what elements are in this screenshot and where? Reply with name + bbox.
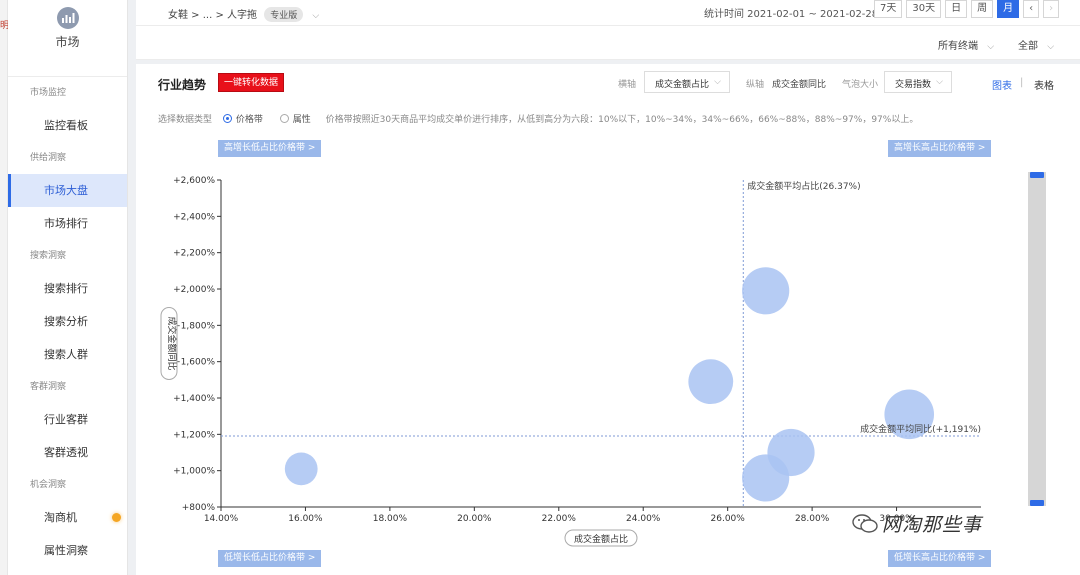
sidebar-item-label[interactable]: 客群透视 [44, 446, 88, 459]
x-tick-label: 16.00% [288, 514, 323, 524]
sidebar-title: 市场 [55, 35, 80, 49]
chevron-down-icon[interactable]: ⌵ [987, 42, 994, 52]
sidebar-item[interactable]: 市场大盘 [8, 174, 127, 207]
sidebar-item[interactable]: 搜索排行 [8, 272, 127, 305]
sidebar-item-label[interactable]: 淘商机 [44, 511, 77, 524]
industry-trend-panel: 行业趋势 一键转化数据 横轴 成交金额占比 ⌵ 纵轴 成交金额同比 气泡大小 交… [136, 64, 1080, 575]
sidebar-item[interactable]: 客群透视 [8, 436, 127, 469]
x-tick-label: 28.00% [795, 514, 830, 524]
next-period-button[interactable]: › [1043, 0, 1060, 18]
terminal-dropdown[interactable]: 所有终端 ⌵ [938, 37, 994, 52]
sidebar-item-label[interactable]: 搜索排行 [44, 282, 88, 295]
watermark: 网淘那些事 [852, 510, 982, 537]
x-tick-label: 20.00% [457, 514, 492, 524]
terminal-dropdown-label[interactable]: 所有终端 [938, 41, 978, 52]
period-button[interactable]: 月 [997, 0, 1020, 18]
sidebar-item-label[interactable]: 市场排行 [44, 217, 88, 230]
filter-bar: 所有终端 ⌵ 全部 ⌵ [136, 26, 1080, 60]
x-tick-label: 22.00% [542, 514, 577, 524]
y-tick-label: +2,200% [173, 249, 215, 259]
data-bubble [688, 359, 734, 405]
sidebar-item[interactable]: 淘商机 [8, 501, 127, 534]
y-tick-label: +2,000% [173, 285, 215, 295]
y-axis-title: 成交金额同比 [166, 316, 178, 370]
sidebar-item[interactable]: 属性洞察 [8, 534, 127, 567]
period-button[interactable]: 7天 [874, 0, 903, 18]
market-chart-icon [56, 7, 79, 29]
y-tick-label: +1,400% [173, 394, 215, 404]
sidebar-item-label[interactable]: 搜索分析 [44, 315, 88, 328]
x-tick-label: 18.00% [373, 514, 408, 524]
y-tick-label: +1,000% [173, 467, 215, 477]
sidebar-item[interactable]: 产品洞察 [8, 567, 127, 575]
bubble-chart: +800% +1,000% +1,200% +1,400% +1,600% +1,800%… [160, 176, 981, 547]
sidebar-header: 市场 [8, 7, 127, 77]
sidebar-item-label[interactable]: 行业客群 [44, 413, 88, 426]
x-tick-label: 24.00% [626, 514, 661, 524]
sidebar: 市场 市场监控监控看板供给洞察市场大盘市场排行搜索洞察搜索排行搜索分析搜索人群客… [8, 0, 128, 575]
y-tick-label: +800% [182, 503, 216, 513]
data-bubble [284, 452, 318, 486]
edition-badge[interactable]: 专业版 [264, 7, 304, 22]
top-bar: 女鞋 > ... > 人字拖 专业版 ⌵ 统计时间 2021-02-01 ~ 2… [136, 0, 1080, 26]
sidebar-item[interactable]: 搜索分析 [8, 305, 127, 338]
chevron-down-icon[interactable]: ⌵ [1047, 42, 1054, 52]
x-tick-label: 14.00% [204, 514, 239, 524]
average-y-label: 成交金额平均同比(+1,191%) [860, 423, 981, 435]
average-x-label: 成交金额平均占比(26.37%) [747, 180, 860, 192]
sidebar-item[interactable]: 市场排行 [8, 207, 127, 240]
chevron-down-icon[interactable]: ⌵ [312, 11, 319, 21]
sidebar-item[interactable]: 搜索人群 [8, 338, 127, 371]
sidebar-section-label: 搜索洞察 [30, 251, 67, 261]
sidebar-item[interactable]: 监控看板 [8, 109, 127, 142]
data-bubble [767, 428, 815, 477]
sidebar-item-label[interactable]: 市场大盘 [44, 184, 88, 197]
sidebar-item-label[interactable]: 监控看板 [44, 119, 88, 132]
y-tick-label: +2,600% [173, 176, 215, 186]
watermark-text: 网淘那些事 [882, 514, 983, 536]
left-edge-strip: 明 [0, 0, 9, 575]
wechat-icon [852, 513, 878, 533]
sidebar-item-label[interactable]: 搜索人群 [44, 348, 88, 361]
y-tick-label: +2,400% [173, 212, 215, 222]
data-bubble [742, 267, 790, 315]
sidebar-section-label: 供给洞察 [30, 153, 67, 163]
scrollbar-bottom-handle[interactable] [1030, 500, 1044, 506]
breadcrumb-text[interactable]: 女鞋 > ... > 人字拖 [168, 10, 257, 21]
sidebar-section-label: 机会洞察 [30, 480, 67, 490]
x-tick-label: 26.00% [711, 514, 746, 524]
previous-period-button[interactable]: ‹ [1023, 0, 1040, 18]
chart-scrollbar[interactable] [1028, 172, 1046, 506]
scope-dropdown[interactable]: 全部 ⌵ [1018, 37, 1054, 52]
scrollbar-top-handle[interactable] [1030, 172, 1044, 178]
scope-dropdown-label[interactable]: 全部 [1018, 41, 1038, 52]
sidebar-section-label: 客群洞察 [30, 382, 67, 392]
y-tick-label: +1,600% [173, 358, 215, 368]
period-button[interactable]: 日 [945, 0, 968, 18]
period-selector: 7天 30天日周月 ‹ › [874, 0, 1063, 18]
sidebar-section-label: 市场监控 [30, 88, 67, 98]
sidebar-menu: 市场监控监控看板供给洞察市场大盘市场排行搜索洞察搜索排行搜索分析搜索人群客群洞察… [8, 77, 127, 575]
notification-dot [112, 513, 121, 522]
y-tick-label: +1,800% [173, 321, 215, 331]
period-button[interactable]: 30天 [906, 0, 942, 18]
breadcrumb[interactable]: 女鞋 > ... > 人字拖 专业版 ⌵ [168, 6, 319, 22]
x-axis-title: 成交金额占比 [574, 533, 628, 545]
date-range: 统计时间 2021-02-01 ~ 2021-02-28 [704, 9, 879, 20]
sidebar-item-label[interactable]: 属性洞察 [44, 544, 88, 557]
y-tick-label: +1,200% [173, 430, 215, 440]
period-button[interactable]: 周 [971, 0, 994, 18]
sidebar-item[interactable]: 行业客群 [8, 403, 127, 436]
